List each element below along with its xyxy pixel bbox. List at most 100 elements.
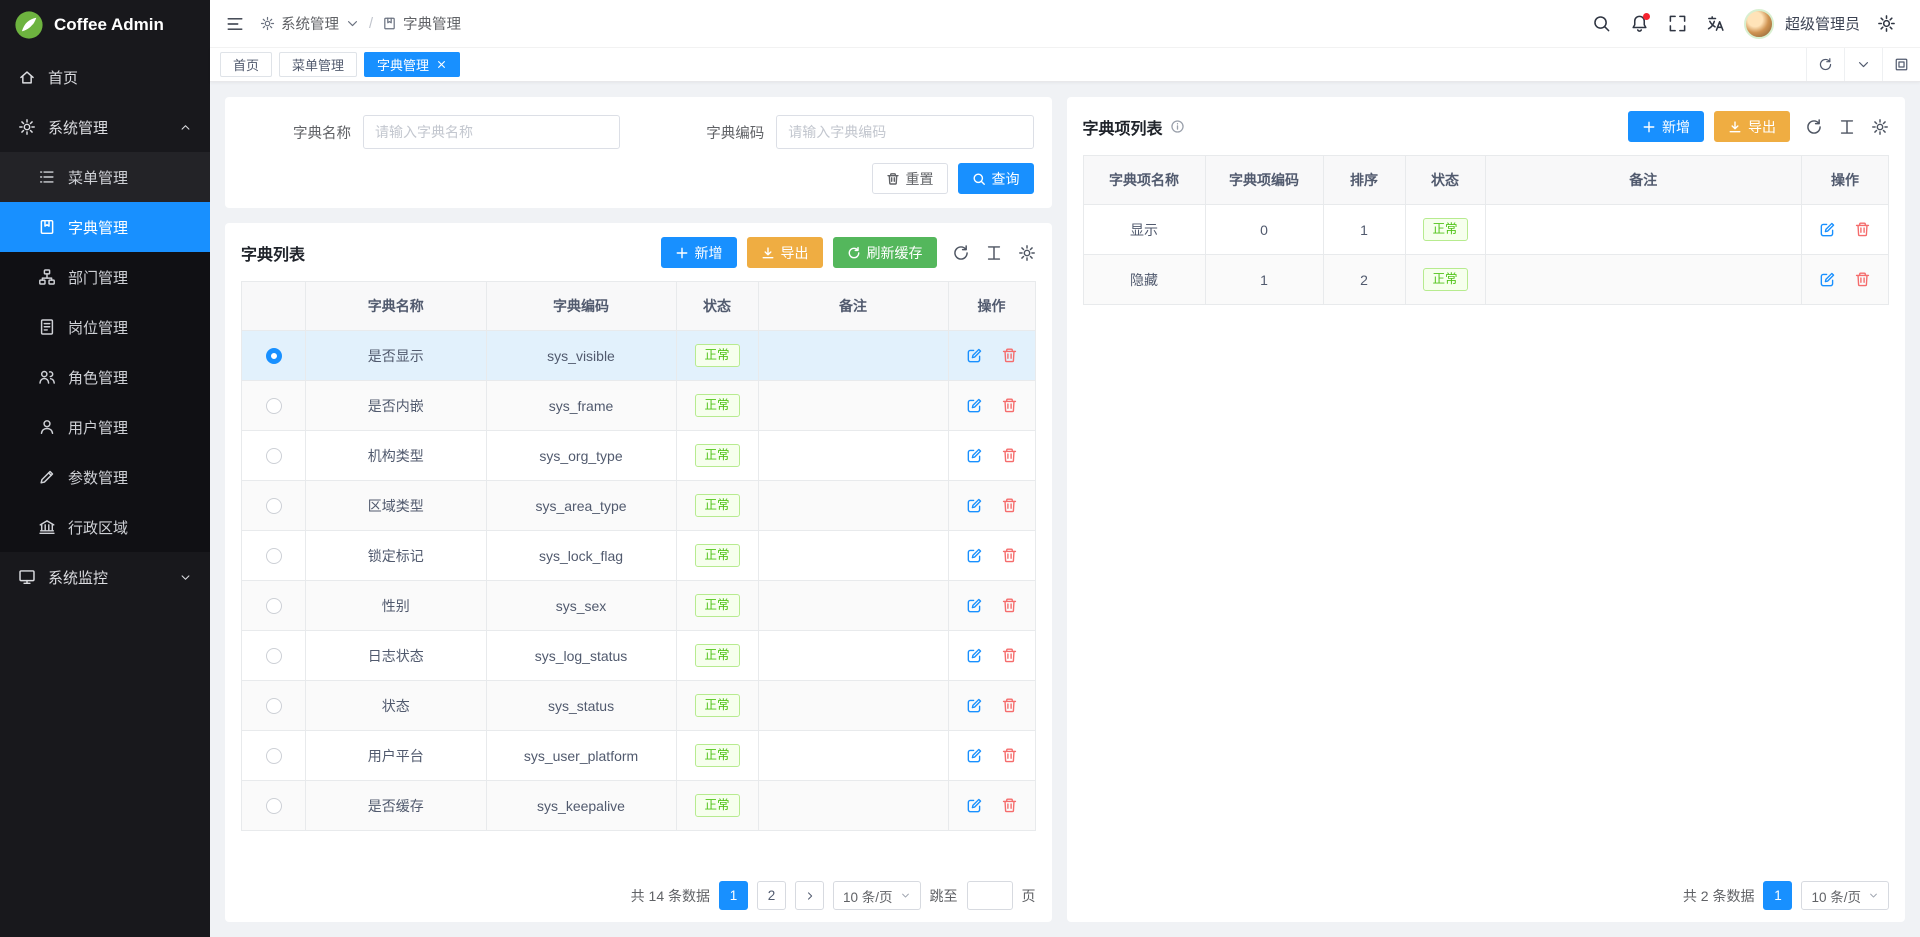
sidebar-item-menu-management[interactable]: 菜单管理: [0, 152, 210, 202]
edit-icon[interactable]: [966, 347, 983, 364]
tabs-dropdown-button[interactable]: [1844, 48, 1882, 81]
edit-icon[interactable]: [966, 397, 983, 414]
sidebar-item-region-management[interactable]: 行政区域: [0, 502, 210, 552]
tab-menu-management[interactable]: 菜单管理: [279, 52, 357, 77]
row-select-radio[interactable]: [266, 698, 282, 714]
page-size-select[interactable]: 10 条/页: [1801, 881, 1889, 910]
maximize-content-button[interactable]: [1882, 48, 1920, 81]
row-select-radio[interactable]: [266, 598, 282, 614]
status-badge: 正常: [1423, 218, 1468, 241]
row-select-radio[interactable]: [266, 798, 282, 814]
sidebar-item-user-management[interactable]: 用户管理: [0, 402, 210, 452]
row-select-radio[interactable]: [266, 348, 282, 364]
avatar[interactable]: [1744, 9, 1774, 39]
row-select-radio[interactable]: [266, 398, 282, 414]
dict-code-input[interactable]: [776, 115, 1033, 149]
query-button[interactable]: 查询: [958, 163, 1034, 194]
column-settings-icon[interactable]: [1838, 118, 1856, 136]
breadcrumb-parent[interactable]: 系统管理: [260, 13, 360, 34]
sidebar-item-label: 行政区域: [68, 517, 128, 538]
edit-icon[interactable]: [1819, 271, 1836, 288]
sidebar-item-dept-management[interactable]: 部门管理: [0, 252, 210, 302]
table-row[interactable]: 区域类型 sys_area_type 正常: [242, 481, 1035, 531]
delete-icon[interactable]: [1001, 397, 1018, 414]
search-button[interactable]: [1584, 0, 1620, 48]
refresh-tab-button[interactable]: [1806, 48, 1844, 81]
collapse-sidebar-button[interactable]: [226, 15, 244, 33]
delete-icon[interactable]: [1001, 647, 1018, 664]
add-dict-item-button[interactable]: 新增: [1628, 111, 1704, 142]
notifications-button[interactable]: [1622, 0, 1658, 48]
refresh-icon[interactable]: [1805, 118, 1823, 136]
table-row[interactable]: 用户平台 sys_user_platform 正常: [242, 731, 1035, 781]
row-select-radio[interactable]: [266, 448, 282, 464]
edit-icon[interactable]: [1819, 221, 1836, 238]
add-dict-button[interactable]: 新增: [661, 237, 737, 268]
close-icon[interactable]: [436, 59, 447, 70]
sidebar-item-system-management[interactable]: 系统管理: [0, 102, 210, 152]
delete-icon[interactable]: [1001, 497, 1018, 514]
page-size-select[interactable]: 10 条/页: [833, 881, 921, 910]
delete-icon[interactable]: [1001, 347, 1018, 364]
delete-icon[interactable]: [1001, 697, 1018, 714]
sidebar-item-home[interactable]: 首页: [0, 52, 210, 102]
table-row[interactable]: 显示 0 1 正常: [1084, 205, 1888, 255]
row-select-radio[interactable]: [266, 748, 282, 764]
jump-page-input[interactable]: [967, 881, 1013, 910]
settings-button[interactable]: [1868, 0, 1904, 48]
table-row[interactable]: 锁定标记 sys_lock_flag 正常: [242, 531, 1035, 581]
sidebar-item-post-management[interactable]: 岗位管理: [0, 302, 210, 352]
table-row[interactable]: 状态 sys_status 正常: [242, 681, 1035, 731]
edit-icon[interactable]: [966, 747, 983, 764]
dict-name-input[interactable]: [363, 115, 620, 149]
delete-icon[interactable]: [1001, 797, 1018, 814]
dict-items-header: 字典项列表 新增 导出: [1083, 111, 1889, 142]
page-button-2[interactable]: 2: [757, 881, 786, 910]
delete-icon[interactable]: [1001, 547, 1018, 564]
sidebar-item-role-management[interactable]: 角色管理: [0, 352, 210, 402]
next-page-button[interactable]: [795, 881, 824, 910]
edit-icon[interactable]: [966, 497, 983, 514]
gear-icon[interactable]: [1018, 244, 1036, 262]
fullscreen-button[interactable]: [1660, 0, 1696, 48]
sidebar-item-system-monitor[interactable]: 系统监控: [0, 552, 210, 602]
tab-dict-management[interactable]: 字典管理: [364, 52, 460, 77]
table-row[interactable]: 性别 sys_sex 正常: [242, 581, 1035, 631]
page-button-1[interactable]: 1: [719, 881, 748, 910]
row-select-radio[interactable]: [266, 498, 282, 514]
tab-home[interactable]: 首页: [220, 52, 272, 77]
table-row[interactable]: 是否显示 sys_visible 正常: [242, 331, 1035, 381]
refresh-icon[interactable]: [952, 244, 970, 262]
table-row[interactable]: 是否缓存 sys_keepalive 正常: [242, 781, 1035, 831]
table-row[interactable]: 机构类型 sys_org_type 正常: [242, 431, 1035, 481]
edit-icon[interactable]: [966, 647, 983, 664]
delete-icon[interactable]: [1001, 597, 1018, 614]
edit-icon[interactable]: [966, 447, 983, 464]
refresh-cache-button[interactable]: 刷新缓存: [833, 237, 937, 268]
reset-button[interactable]: 重置: [872, 163, 948, 194]
table-row[interactable]: 是否内嵌 sys_frame 正常: [242, 381, 1035, 431]
gear-icon[interactable]: [1871, 118, 1889, 136]
page-button-1[interactable]: 1: [1763, 881, 1792, 910]
edit-icon[interactable]: [966, 797, 983, 814]
row-select-radio[interactable]: [266, 548, 282, 564]
delete-icon[interactable]: [1854, 271, 1871, 288]
delete-icon[interactable]: [1001, 747, 1018, 764]
home-icon: [18, 68, 36, 86]
table-row[interactable]: 隐藏 1 2 正常: [1084, 255, 1888, 305]
column-settings-icon[interactable]: [985, 244, 1003, 262]
export-dict-button[interactable]: 导出: [747, 237, 823, 268]
app-logo[interactable]: Coffee Admin: [0, 0, 210, 50]
edit-icon[interactable]: [966, 697, 983, 714]
table-row[interactable]: 日志状态 sys_log_status 正常: [242, 631, 1035, 681]
edit-icon[interactable]: [966, 547, 983, 564]
edit-icon[interactable]: [966, 597, 983, 614]
sidebar-item-dict-management[interactable]: 字典管理: [0, 202, 210, 252]
sidebar-item-param-management[interactable]: 参数管理: [0, 452, 210, 502]
row-select-radio[interactable]: [266, 648, 282, 664]
delete-icon[interactable]: [1001, 447, 1018, 464]
language-button[interactable]: [1698, 0, 1734, 48]
delete-icon[interactable]: [1854, 221, 1871, 238]
user-name[interactable]: 超级管理员: [1785, 13, 1860, 34]
export-dict-items-button[interactable]: 导出: [1714, 111, 1790, 142]
